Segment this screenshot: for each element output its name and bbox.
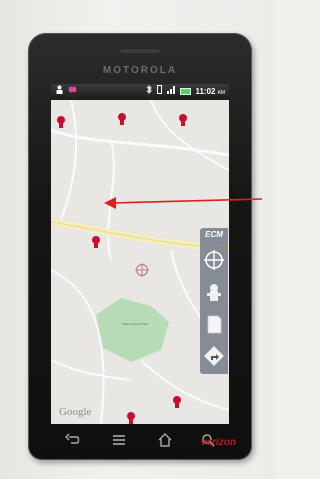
phone-body: MOTOROLA 11:02 AM Patriot County Park Go… bbox=[28, 33, 252, 460]
hydrant-button[interactable] bbox=[200, 278, 228, 306]
status-time: 11:02 bbox=[195, 87, 216, 96]
page-button[interactable] bbox=[200, 310, 228, 338]
status-bar: 11:02 AM bbox=[51, 84, 229, 100]
status-ampm: AM bbox=[217, 90, 226, 96]
brand-logo: MOTOROLA bbox=[102, 65, 178, 76]
hydrant-icon[interactable] bbox=[172, 396, 182, 408]
hydrant-icon[interactable] bbox=[178, 114, 188, 126]
earpiece bbox=[120, 49, 160, 53]
map-view[interactable]: Patriot County Park Google ECM bbox=[51, 100, 229, 424]
home-icon[interactable] bbox=[157, 433, 173, 447]
hydrant-icon[interactable] bbox=[117, 113, 127, 125]
carrier-logo: verizon bbox=[200, 437, 236, 448]
signal-icon bbox=[167, 84, 176, 100]
battery-icon bbox=[180, 88, 192, 96]
page-icon bbox=[207, 315, 222, 334]
hydrant-icon[interactable] bbox=[91, 236, 101, 248]
ecm-label: ECM bbox=[205, 230, 223, 239]
butterfly-icon bbox=[68, 84, 77, 100]
crosshair-icon bbox=[204, 250, 224, 270]
google-attribution: Google bbox=[59, 406, 92, 418]
park-label: Patriot County Park bbox=[121, 322, 148, 326]
menu-icon[interactable] bbox=[111, 433, 127, 447]
ecm-toolbar: ECM bbox=[200, 228, 228, 374]
crosshair-target-icon bbox=[135, 263, 149, 277]
screen: 11:02 AM Patriot County Park Google ECM bbox=[51, 84, 229, 424]
hydrant-icon[interactable] bbox=[56, 116, 66, 128]
bluetooth-icon bbox=[146, 84, 152, 100]
crosshair-button[interactable] bbox=[200, 246, 228, 274]
hydrant-icon bbox=[207, 284, 221, 301]
hydrant-icon[interactable] bbox=[126, 412, 136, 424]
directions-icon bbox=[204, 346, 224, 366]
person-icon bbox=[55, 84, 64, 100]
back-icon[interactable] bbox=[65, 433, 81, 447]
vibrate-icon bbox=[156, 84, 163, 100]
directions-button[interactable] bbox=[200, 342, 228, 370]
